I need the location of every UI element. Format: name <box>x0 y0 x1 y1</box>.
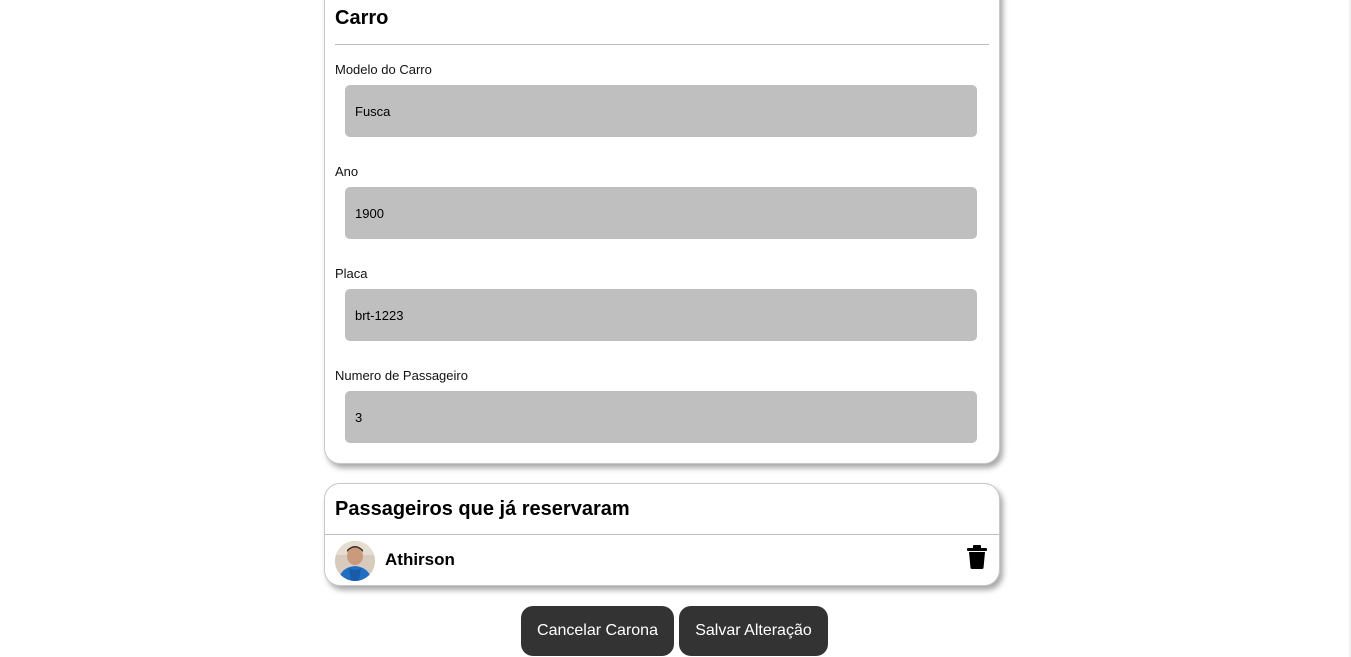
passenger-name: Athirson <box>385 550 455 569</box>
passengers-section-title: Passageiros que já reservaram <box>335 498 630 520</box>
plate-label: Placa <box>335 266 368 281</box>
car-card: Carro Modelo do Carro Ano Placa Numero d… <box>324 0 1000 464</box>
passengers-title-divider <box>325 534 999 535</box>
car-model-input[interactable] <box>345 85 977 137</box>
year-input[interactable] <box>345 187 977 239</box>
user-photo-icon <box>335 541 375 581</box>
trash-icon[interactable] <box>966 545 988 569</box>
passengers-card: Passageiros que já reservaram Athirson <box>324 483 1000 586</box>
cancel-ride-button[interactable]: Cancelar Carona <box>521 606 674 656</box>
car-model-label: Modelo do Carro <box>335 62 432 77</box>
year-label: Ano <box>335 164 359 179</box>
passenger-count-input[interactable] <box>345 391 977 443</box>
avatar <box>335 541 375 581</box>
car-section-title: Carro <box>335 7 389 29</box>
plate-input[interactable] <box>345 289 977 341</box>
passenger-count-label: Numero de Passageiro <box>335 368 468 383</box>
car-title-divider <box>335 44 989 45</box>
save-changes-button[interactable]: Salvar Alteração <box>679 606 828 656</box>
